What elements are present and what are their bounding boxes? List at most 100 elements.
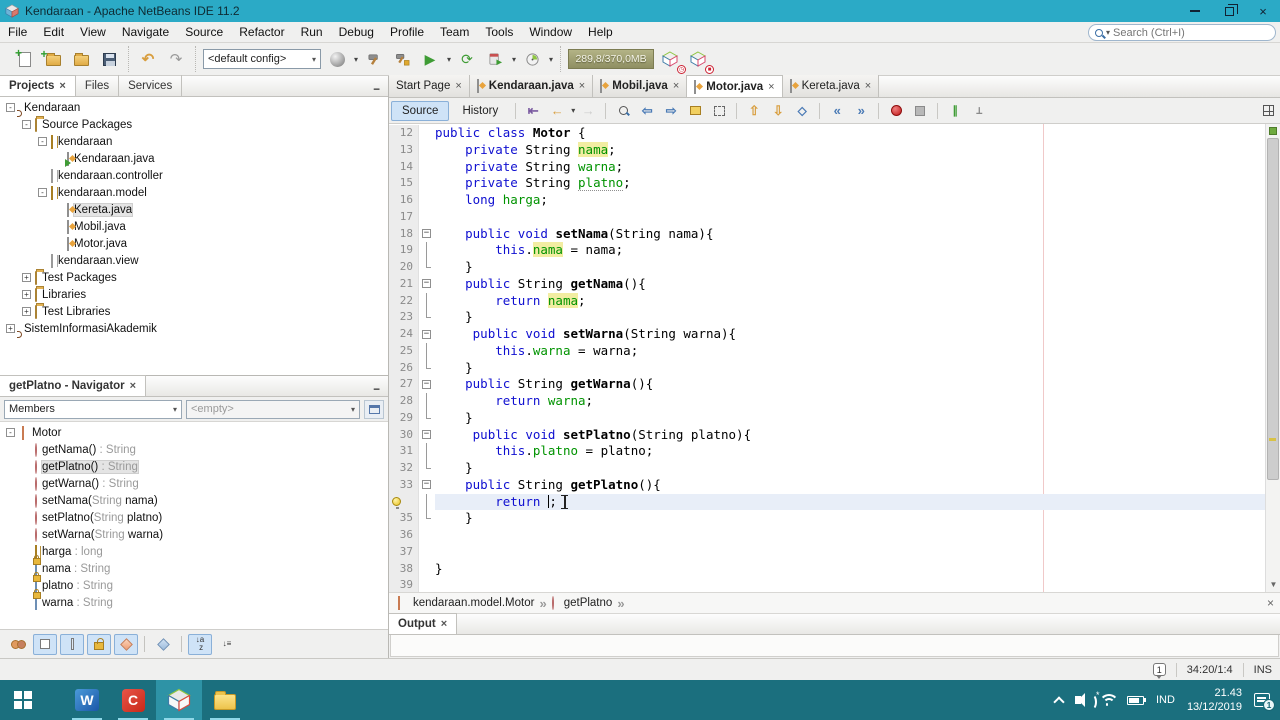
tree-item-kendaraan-java[interactable]: Kendaraan.java	[0, 150, 388, 167]
code-line-32[interactable]: 32 }	[389, 460, 1265, 477]
menu-view[interactable]: View	[72, 23, 114, 41]
run-caret-icon[interactable]: ▾	[447, 55, 451, 64]
show-static-button[interactable]	[60, 633, 84, 655]
profile-caret-icon[interactable]: ▾	[549, 55, 553, 64]
show-non-public-button[interactable]	[87, 633, 111, 655]
members-filter-select[interactable]: Members ▾	[4, 399, 182, 419]
find-button[interactable]	[612, 100, 634, 122]
fold-collapse-icon[interactable]: −	[422, 329, 431, 339]
editor-tab-mobil-java[interactable]: Mobil.java ×	[593, 75, 688, 97]
next-occurrence-button[interactable]: ⇨	[660, 100, 682, 122]
tree-item-sisteminformasiakademik[interactable]: + SistemInformasiAkademik	[0, 320, 388, 337]
language-indicator[interactable]: IND	[1156, 694, 1175, 706]
tab-files[interactable]: Files	[76, 75, 120, 96]
code-line-22[interactable]: 22 return nama;	[389, 292, 1265, 310]
collapse-icon[interactable]: -	[38, 188, 47, 197]
code-line-19[interactable]: 19 this.nama = nama;	[389, 242, 1265, 259]
fold-collapse-icon[interactable]: −	[422, 379, 431, 389]
open-project-button[interactable]	[69, 47, 93, 71]
expand-icon[interactable]: +	[22, 273, 31, 282]
editor-tab-kendaraan-java[interactable]: Kendaraan.java ×	[469, 75, 594, 97]
code-line-27[interactable]: 27− public String getWarna(){	[389, 376, 1265, 393]
build-project-button[interactable]	[362, 47, 386, 71]
code-line-26[interactable]: 26 }	[389, 359, 1265, 377]
view-source-button[interactable]: Source	[391, 100, 450, 121]
menu-team[interactable]: Team	[432, 23, 477, 41]
view-history-button[interactable]: History	[451, 101, 509, 121]
back-button[interactable]: ←	[546, 100, 568, 122]
forward-button[interactable]: →	[577, 100, 599, 122]
tree-item-kendaraan[interactable]: - kendaraan	[0, 133, 388, 150]
menu-help[interactable]: Help	[580, 23, 621, 41]
editor-scrollbar[interactable]: ▲ ▼	[1265, 124, 1280, 592]
code-line-37[interactable]: 37	[389, 543, 1265, 561]
fold-collapse-icon[interactable]: −	[422, 229, 431, 238]
member-warna[interactable]: warna : String	[0, 594, 388, 611]
set-configuration-button[interactable]	[325, 47, 349, 71]
profile-project-button[interactable]	[520, 47, 544, 71]
fold-collapse-icon[interactable]: −	[422, 279, 431, 289]
code-line-24[interactable]: 24− public void setWarna(String warna){	[389, 326, 1265, 343]
expand-node-button[interactable]	[151, 634, 175, 655]
code-line-35[interactable]: 35 }	[389, 510, 1265, 527]
taskbar-explorer-button[interactable]	[202, 680, 248, 720]
tab-navigator[interactable]: getPlatno - Navigator ×	[0, 375, 147, 396]
member-harga[interactable]: harga : long	[0, 543, 388, 560]
close-tab-icon[interactable]: ×	[768, 81, 774, 93]
sort-source-button[interactable]: ↓≡	[215, 634, 239, 655]
menu-profile[interactable]: Profile	[382, 23, 432, 41]
last-edit-button[interactable]: ⇤	[522, 100, 544, 122]
wifi-icon[interactable]: *	[1096, 690, 1119, 706]
breadcrumb-close-icon[interactable]: ×	[1267, 596, 1274, 610]
editor-tab-start-page[interactable]: Start Page ×	[389, 75, 470, 97]
close-icon[interactable]: ×	[441, 618, 447, 630]
config-caret-icon[interactable]: ▾	[354, 55, 358, 64]
tree-item-kereta-java[interactable]: Kereta.java	[0, 201, 388, 218]
restore-button[interactable]	[1212, 0, 1246, 22]
breadcrumb-item[interactable]: getPlatno	[564, 597, 613, 609]
previous-occurrence-button[interactable]: ⇦	[636, 100, 658, 122]
notifications-icon[interactable]: 1	[1152, 663, 1166, 679]
next-bookmark-button[interactable]: ⇩	[767, 100, 789, 122]
collapse-icon[interactable]: -	[6, 103, 15, 112]
tree-item-source-packages[interactable]: - Source Packages	[0, 116, 388, 133]
taskbar-word-button[interactable]: W	[64, 680, 110, 720]
fold-collapse-icon[interactable]: −	[422, 430, 431, 439]
battery-icon[interactable]	[1126, 695, 1147, 705]
start-button[interactable]	[0, 680, 46, 720]
code-line-29[interactable]: 29 }	[389, 409, 1265, 427]
code-line-13[interactable]: 13 private String nama;	[389, 141, 1265, 159]
tab-projects[interactable]: Projects ×	[0, 75, 76, 96]
rerun-button[interactable]: ⟳	[455, 47, 479, 71]
memory-indicator[interactable]: 289,8/370,0MB	[568, 49, 655, 69]
tree-item-mobil-java[interactable]: Mobil.java	[0, 218, 388, 235]
code-line-36[interactable]: 36	[389, 527, 1265, 544]
show-inherited-button[interactable]	[6, 634, 30, 655]
clock[interactable]: 21.43 13/12/2019	[1187, 686, 1242, 715]
tree-item-libraries[interactable]: + Libraries	[0, 286, 388, 303]
show-fields-button[interactable]	[33, 633, 57, 655]
comment-button[interactable]: ∥	[944, 100, 966, 122]
close-tab-icon[interactable]: ×	[579, 80, 585, 92]
code-line-15[interactable]: 15 private String platno;	[389, 175, 1265, 192]
member-getplatno-[interactable]: getPlatno() : String	[0, 458, 388, 475]
search-input[interactable]	[1113, 26, 1254, 39]
close-tab-icon[interactable]: ×	[865, 80, 871, 92]
toggle-highlight-button[interactable]	[684, 100, 706, 122]
collapse-icon[interactable]: -	[6, 428, 15, 437]
search-dropdown-icon[interactable]: ▾	[1106, 28, 1110, 37]
code-line-14[interactable]: 14 private String warna;	[389, 158, 1265, 176]
open-dialog-button[interactable]	[364, 399, 384, 419]
tab-services[interactable]: Services	[119, 75, 183, 96]
code-line-34[interactable]: return ;	[389, 493, 1265, 511]
taskbar-camtasia-button[interactable]: C	[110, 680, 156, 720]
tree-item-test-packages[interactable]: + Test Packages	[0, 269, 388, 286]
member-getwarna-[interactable]: getWarna() : String	[0, 475, 388, 492]
stop-button[interactable]	[909, 100, 931, 122]
tree-item-kendaraan-controller[interactable]: kendaraan.controller	[0, 167, 388, 184]
code-line-12[interactable]: 12 public class Motor {	[389, 125, 1265, 142]
member-getnama-[interactable]: getNama() : String	[0, 441, 388, 458]
undo-button[interactable]: ↶	[136, 47, 160, 71]
save-all-button[interactable]	[97, 47, 121, 71]
show-inner-classes-button[interactable]	[114, 633, 138, 655]
